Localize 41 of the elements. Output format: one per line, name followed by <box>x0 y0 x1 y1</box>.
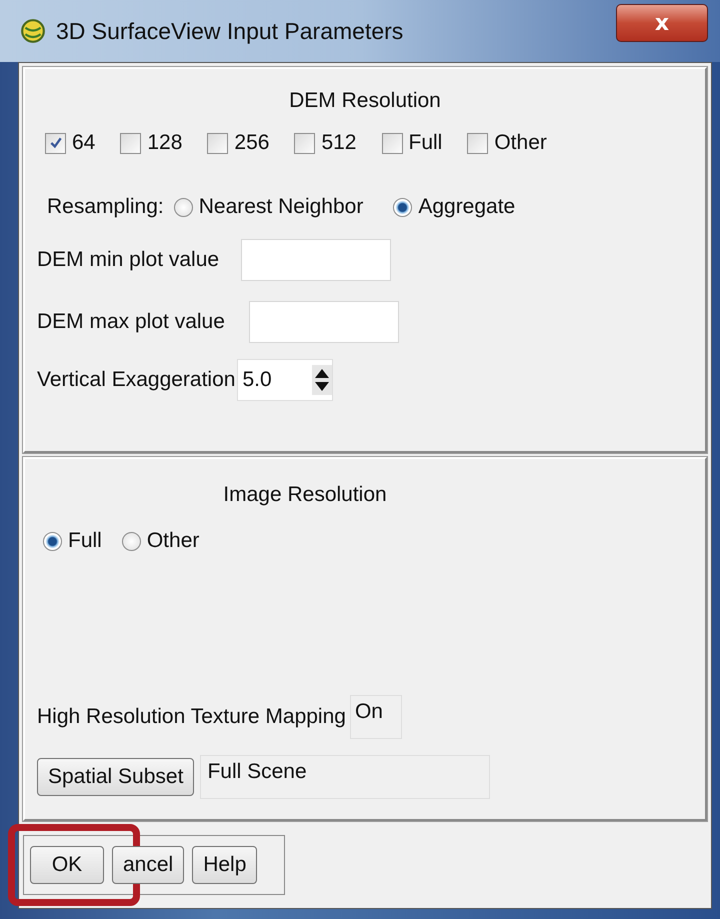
globe-icon <box>20 18 46 44</box>
field-label: Vertical Exaggeration <box>37 368 236 392</box>
field-label: DEM max plot value <box>37 310 225 334</box>
checkmark-icon <box>48 136 62 150</box>
radio-button[interactable] <box>393 198 412 216</box>
checkbox-label: Other <box>494 131 547 155</box>
close-button[interactable]: x <box>616 4 708 42</box>
checkbox-label: Full <box>408 131 442 155</box>
section-title: DEM Resolution <box>288 88 442 113</box>
field-label: Resampling: <box>47 195 164 219</box>
field-label: High Resolution Texture Mapping <box>37 705 346 729</box>
value-field: On <box>350 695 402 739</box>
section-title: Image Resolution <box>222 482 388 507</box>
dialog-button[interactable]: ancel <box>112 846 184 884</box>
field-label: DEM min plot value <box>37 248 220 272</box>
radio-label: Other <box>146 529 200 553</box>
dialog-button[interactable]: Help <box>192 846 258 884</box>
checkbox-label: 64 <box>72 131 96 155</box>
spin-arrows-icon[interactable] <box>312 365 332 395</box>
spin-box[interactable]: 5.0 <box>237 359 334 401</box>
checkbox[interactable] <box>45 132 66 154</box>
radio-label: Nearest Neighbor <box>198 195 364 219</box>
checkbox-label: 128 <box>147 131 182 155</box>
checkbox[interactable] <box>382 132 402 154</box>
window-title: 3D SurfaceView Input Parameters <box>56 18 404 44</box>
radio-label: Aggregate <box>418 195 516 219</box>
radio-button[interactable] <box>122 532 141 550</box>
checkbox[interactable] <box>294 132 316 154</box>
input-field[interactable] <box>241 239 392 281</box>
radio-label: Full <box>68 529 102 553</box>
checkbox-label: 512 <box>321 131 356 155</box>
value-field: Full Scene <box>200 755 490 799</box>
checkbox[interactable] <box>207 132 228 154</box>
dialog-button[interactable]: OK <box>30 846 104 884</box>
checkbox[interactable] <box>120 132 142 154</box>
checkbox[interactable] <box>467 132 488 154</box>
radio-button[interactable] <box>174 198 193 216</box>
spatial-subset-button[interactable]: Spatial Subset <box>37 758 194 796</box>
checkbox-label: 256 <box>234 131 270 155</box>
radio-button[interactable] <box>43 532 62 550</box>
input-field[interactable] <box>248 301 399 343</box>
